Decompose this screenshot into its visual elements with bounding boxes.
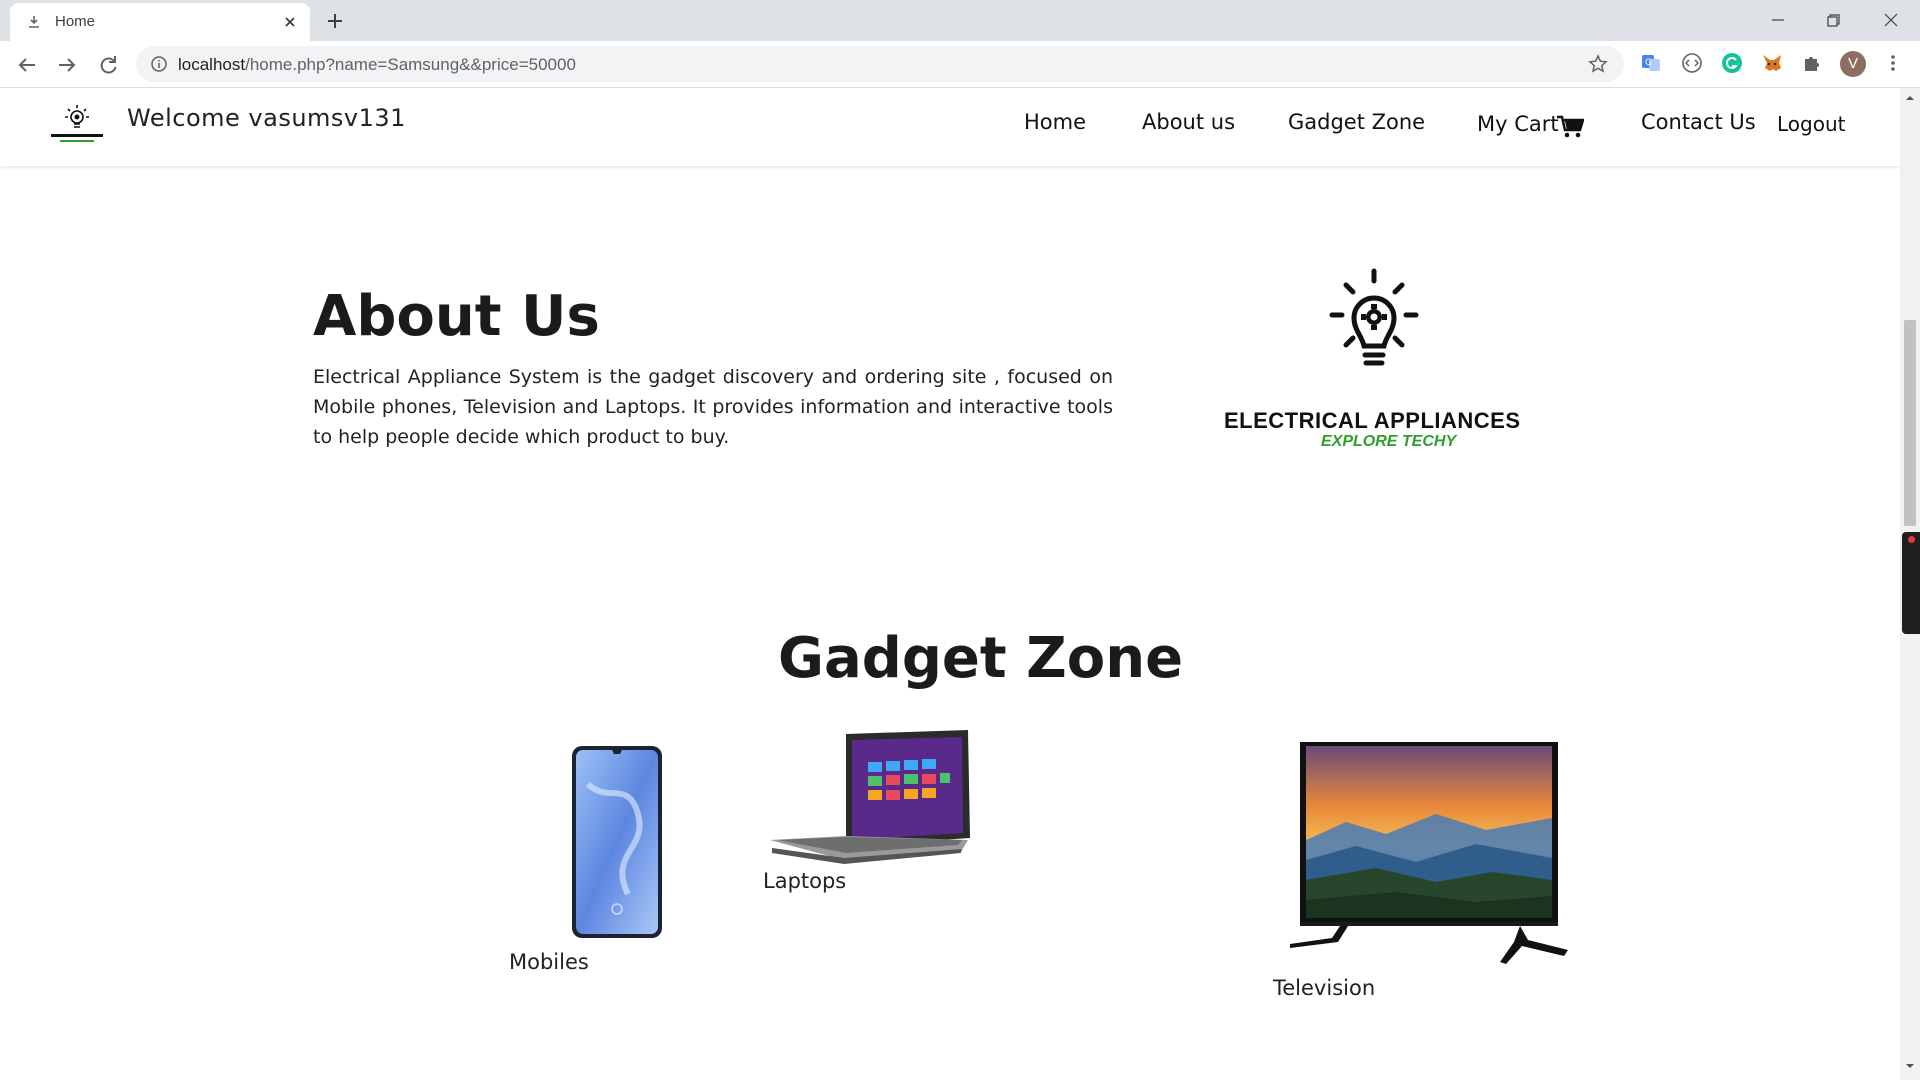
download-icon [29,16,39,28]
new-tab-icon[interactable] [323,9,347,33]
profile-avatar[interactable]: V [1840,51,1866,77]
nav-home-link[interactable]: Home [1024,110,1086,134]
metamask-extension-icon[interactable] [1761,52,1783,74]
reload-icon[interactable] [96,53,120,77]
info-icon[interactable] [150,55,168,73]
page-viewport: Welcome vasumsv131 Home About us Gadget … [0,88,1900,1078]
about-description: Electrical Appliance System is the gadge… [313,366,1113,448]
nav-gadget-zone-link[interactable]: Gadget Zone [1288,110,1425,134]
translate-extension-icon[interactable]: G [1640,52,1662,74]
nav-contact-link[interactable]: Contact Us [1641,110,1756,134]
nav-my-cart-link[interactable]: My Cart [1477,112,1559,136]
laptops-label[interactable]: Laptops [763,869,846,893]
extensions-puzzle-icon[interactable] [1801,52,1823,74]
laptop-image[interactable] [768,728,978,868]
about-title: About Us [313,284,600,349]
close-icon[interactable] [280,12,300,32]
brand-tagline: EXPLORE TECHY [1321,433,1457,450]
site-logo[interactable] [46,102,108,150]
record-dot-icon [1908,536,1915,543]
scroll-up-arrow-icon[interactable] [1904,92,1916,104]
scrollbar-thumb[interactable] [1904,320,1916,526]
window-close-icon[interactable] [1876,6,1906,34]
url-text[interactable]: localhost/home.php?name=Samsung&&price=5… [178,55,576,75]
television-label[interactable]: Television [1273,976,1375,1000]
scroll-down-arrow-icon[interactable] [1904,1060,1916,1072]
grammarly-extension-icon[interactable] [1721,52,1743,74]
minimize-icon[interactable] [1763,6,1793,34]
forward-arrow-icon[interactable] [55,53,79,77]
browser-tabstrip: Home [0,0,1920,41]
browser-toolbar: localhost/home.php?name=Samsung&&price=5… [0,41,1920,88]
address-bar[interactable]: localhost/home.php?name=Samsung&&price=5… [136,46,1624,82]
welcome-text: Welcome vasumsv131 [127,104,406,132]
brand-name: ELECTRICAL APPLIANCES [1224,408,1521,433]
television-image[interactable] [1280,740,1580,972]
logout-link[interactable]: Logout [1777,112,1845,136]
mobile-phone-image[interactable] [568,744,668,944]
svg-text:G: G [1645,58,1652,68]
cart-icon[interactable] [1556,115,1584,139]
tab-title: Home [55,13,96,30]
bookmark-star-icon[interactable] [1588,54,1608,74]
screenrec-label: screenrec [1890,550,1906,609]
back-arrow-icon[interactable] [15,53,39,77]
restore-icon[interactable] [1818,6,1848,34]
nav-about-link[interactable]: About us [1142,110,1235,134]
screenrec-badge[interactable]: screenrec [1890,532,1920,634]
gadget-zone-title: Gadget Zone [778,626,1184,691]
site-header: Welcome vasumsv131 Home About us Gadget … [0,88,1900,166]
browser-tab-home[interactable]: Home [10,3,310,41]
code-extension-icon[interactable] [1681,52,1703,74]
mobiles-label[interactable]: Mobiles [509,950,589,974]
kebab-menu-icon[interactable] [1883,53,1903,73]
